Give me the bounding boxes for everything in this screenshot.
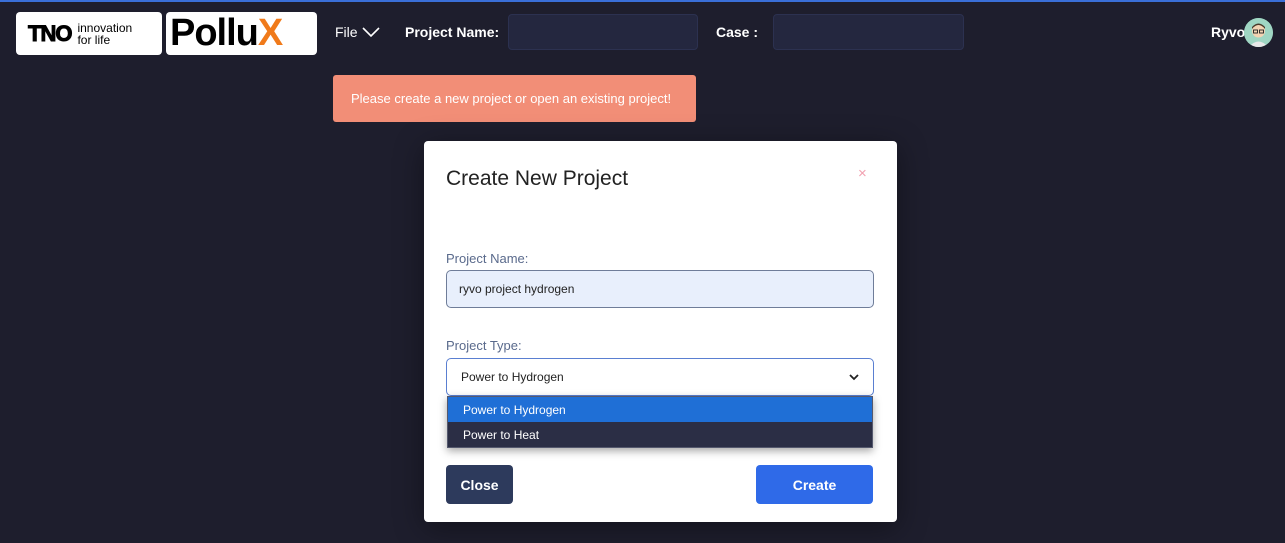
- modal-title: Create New Project: [446, 167, 629, 190]
- create-button[interactable]: Create: [756, 465, 873, 504]
- chevron-down-icon: [849, 373, 859, 380]
- case-label: Case :: [716, 24, 759, 40]
- project-name-field[interactable]: [446, 270, 874, 308]
- chevron-down-icon: [361, 27, 380, 38]
- avatar[interactable]: [1244, 18, 1273, 47]
- dropdown-option-power-to-heat[interactable]: Power to Heat: [448, 422, 872, 447]
- project-type-field-label: Project Type:: [446, 338, 522, 353]
- alert-message: Please create a new project or open an e…: [351, 91, 672, 106]
- close-icon[interactable]: ×: [858, 165, 867, 182]
- tno-tagline-line2: for life: [77, 32, 111, 47]
- user-avatar-icon: [1244, 18, 1273, 47]
- project-type-select[interactable]: Power to Hydrogen: [446, 358, 874, 396]
- notification-alert: Please create a new project or open an e…: [333, 75, 696, 122]
- pollux-logo-accent: X: [257, 12, 284, 54]
- user-name: Ryvo: [1211, 24, 1246, 40]
- project-name-label: Project Name:: [405, 24, 500, 40]
- tno-tagline-line1: innovation: [77, 20, 133, 35]
- create-project-modal: Create New Project × Project Name: Proje…: [424, 141, 897, 522]
- pollux-logo: Pollu X: [166, 12, 317, 55]
- tno-logo-word: TNO: [27, 20, 72, 46]
- close-button[interactable]: Close: [446, 465, 513, 504]
- case-input[interactable]: [773, 14, 964, 50]
- file-menu-label: File: [335, 24, 358, 40]
- file-menu[interactable]: File: [335, 22, 380, 42]
- project-type-selected-value: Power to Hydrogen: [461, 370, 564, 384]
- tno-logo: TNO innovation for life: [16, 12, 162, 55]
- tno-logo-tagline: innovation for life: [77, 22, 132, 46]
- project-type-dropdown: Power to Hydrogen Power to Heat: [447, 396, 873, 448]
- top-accent-line: [0, 0, 1285, 2]
- pollux-logo-word: Pollu: [170, 12, 259, 54]
- project-name-input[interactable]: [508, 14, 698, 50]
- dropdown-option-power-to-hydrogen[interactable]: Power to Hydrogen: [448, 397, 872, 422]
- project-name-field-label: Project Name:: [446, 251, 529, 266]
